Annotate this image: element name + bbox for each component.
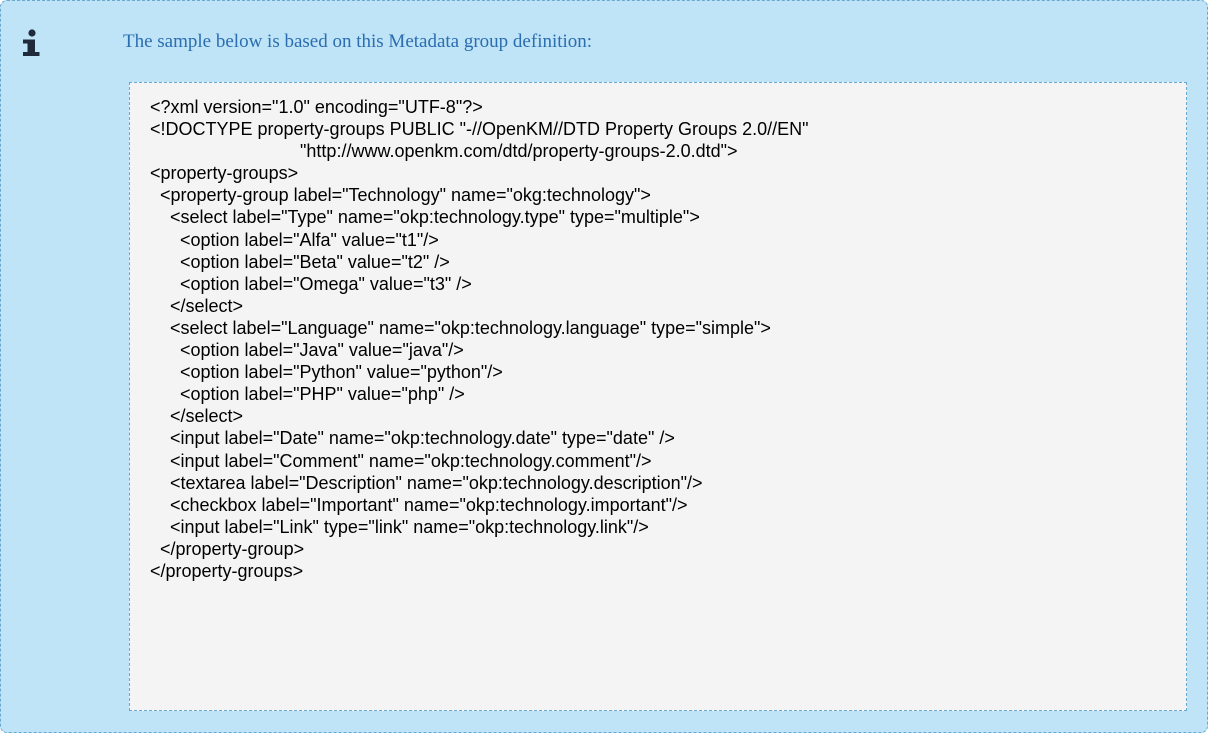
code-line: <property-groups> (150, 163, 299, 184)
code-line: <!DOCTYPE property-groups PUBLIC "-//Ope… (150, 119, 809, 140)
code-lines: <?xml version="1.0" encoding="UTF-8"?> <!… (150, 96, 809, 582)
info-icon (20, 29, 44, 57)
code-line: <input label="Comment" name="okp:technol… (150, 450, 652, 471)
code-line: <?xml version="1.0" encoding="UTF-8"?> (150, 97, 483, 117)
code-line: <select label="Language" name="okp:techn… (150, 317, 771, 338)
code-line: <select label="Type" name="okp:technolog… (150, 207, 700, 228)
code-block: <?xml version="1.0" encoding="UTF-8"?> <!… (129, 82, 1187, 711)
code-line: <input label="Link" type="link" name="ok… (150, 516, 649, 537)
code-line: <textarea label="Description" name="okp:… (150, 472, 703, 493)
code-line: <option label="Alfa" value="t1"/> (150, 229, 439, 250)
code-line: </select> (150, 406, 244, 427)
code-line: "http://www.openkm.com/dtd/property-grou… (150, 141, 738, 162)
code-line: <option label="Beta" value="t2" /> (150, 251, 450, 272)
code-line: <input label="Date" name="okp:technology… (150, 428, 675, 449)
code-line: <option label="PHP" value="php" /> (150, 384, 465, 405)
info-box: The sample below is based on this Metada… (0, 0, 1208, 733)
code-line: <option label="Omega" value="t3" /> (150, 273, 472, 294)
code-line: </select> (150, 295, 244, 316)
code-line: <property-group label="Technology" name=… (150, 185, 651, 206)
code-line: <option label="Java" value="java"/> (150, 340, 464, 361)
code-line: <checkbox label="Important" name="okp:te… (150, 494, 688, 515)
code-line: <option label="Python" value="python"/> (150, 362, 503, 383)
info-intro-text: The sample below is based on this Metada… (123, 31, 593, 52)
code-line: </property-groups> (150, 560, 304, 581)
code-line: </property-group> (150, 538, 305, 559)
